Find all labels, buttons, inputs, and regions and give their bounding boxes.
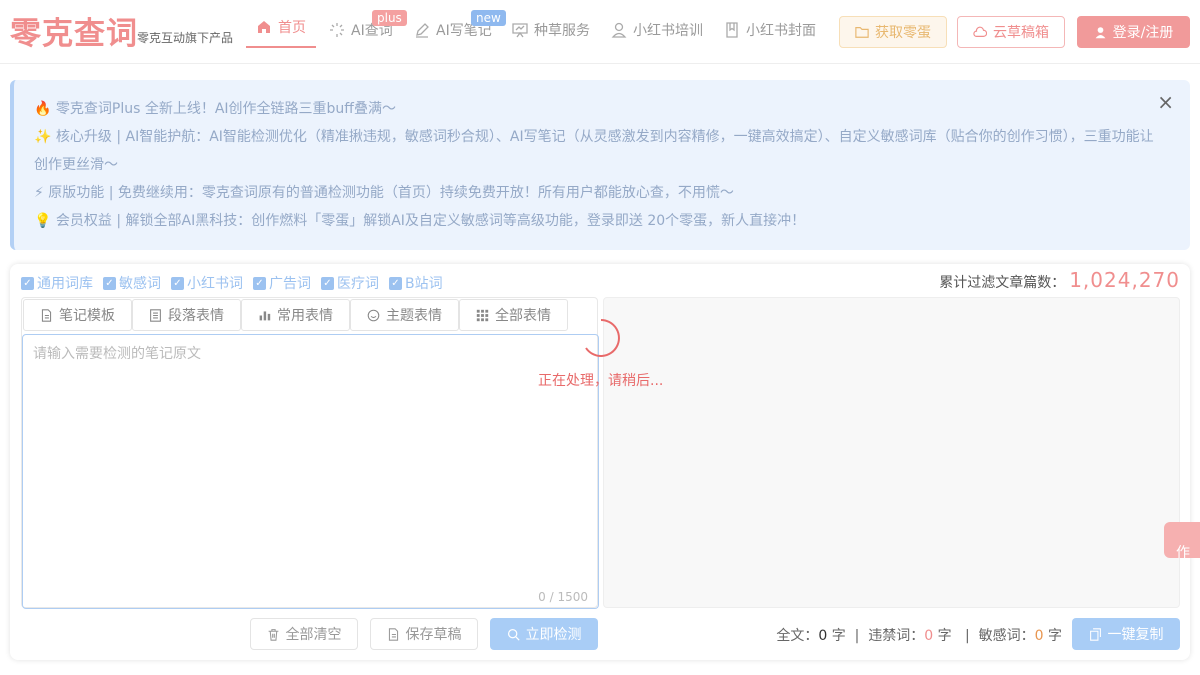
- dictionary-filters: ✓ 通用词库 ✓ 敏感词 ✓ 小红书词 ✓ 广告词 ✓ 医疗词 ✓ B站词: [21, 273, 443, 293]
- sparkle-icon: [330, 23, 344, 37]
- announcement-line: 创作更丝滑～: [34, 157, 118, 173]
- list-icon: [150, 308, 161, 322]
- tab-all-emoji[interactable]: 全部表情: [459, 299, 568, 331]
- announcement-line: ✨ 核心升级 | AI智能护航：AI智能检测优化（精准揪违规，敏感词秒合规）、A…: [34, 129, 1154, 145]
- nav-label: 种草服务: [534, 23, 590, 39]
- logo-subtitle: 零克互动旗下产品: [137, 31, 234, 45]
- checkbox-checked-icon: ✓: [103, 276, 116, 290]
- presentation-icon: [512, 23, 528, 38]
- checkbox-checked-icon: ✓: [389, 276, 402, 290]
- tab-theme-emoji[interactable]: 主题表情: [350, 299, 459, 331]
- site-logo[interactable]: 零克查词: [10, 8, 138, 53]
- nav-label: 首页: [278, 20, 306, 36]
- char-counter: 0 / 1500: [538, 590, 588, 604]
- nav-label: 小红书封面: [746, 23, 816, 39]
- login-label: 登录/注册: [1112, 25, 1174, 41]
- detect-now-button[interactable]: 立即检测: [490, 618, 598, 650]
- total-filtered: 累计过滤文章篇数： 1,024,270: [939, 268, 1180, 292]
- word-stats: 全文：0 字 | 违禁词：0 字 | 敏感词：0 字: [776, 628, 1062, 644]
- nav-cover[interactable]: 小红书封面: [724, 14, 816, 46]
- clear-all-button[interactable]: 全部清空: [250, 618, 358, 650]
- checkbox-checked-icon: ✓: [321, 276, 334, 290]
- close-icon[interactable]: ×: [1157, 90, 1174, 114]
- loading-spinner-icon: [585, 319, 620, 357]
- tab-paragraph-emoji[interactable]: 段落表情: [132, 299, 241, 331]
- filter-ads[interactable]: ✓ 广告词: [253, 273, 311, 293]
- note-textarea[interactable]: 请输入需要检测的笔记原文 0 / 1500: [22, 334, 599, 609]
- cloud-drafts-label: 云草稿箱: [993, 25, 1049, 41]
- checkbox-checked-icon: ✓: [253, 276, 266, 290]
- search-icon: [507, 628, 520, 641]
- document-icon: [41, 308, 52, 322]
- bar-chart-icon: [259, 310, 271, 320]
- user-icon: [1095, 26, 1106, 38]
- nav-training[interactable]: 小红书培训: [611, 14, 703, 46]
- filter-bilibili[interactable]: ✓ B站词: [389, 273, 443, 293]
- editor-area: 笔记模板 段落表情 常用表情 主题表情 全部表情 请输入需要检测的笔记原文 0 …: [21, 297, 599, 609]
- plus-badge: plus: [372, 10, 407, 26]
- save-draft-button[interactable]: 保存草稿: [370, 618, 478, 650]
- face-icon: [367, 309, 380, 321]
- user-icon: [611, 22, 627, 38]
- filter-medical[interactable]: ✓ 医疗词: [321, 273, 379, 293]
- login-button[interactable]: 登录/注册: [1077, 16, 1190, 48]
- get-eggs-label: 获取零蛋: [875, 25, 931, 41]
- textarea-placeholder: 请输入需要检测的笔记原文: [33, 346, 201, 362]
- trash-icon: [268, 628, 278, 641]
- loading-text: 正在处理，请稍后...: [538, 373, 664, 389]
- top-navigation-bar: 零克查词 零克互动旗下产品 首页 AI查词 plus AI写笔记 new 种草服…: [0, 0, 1200, 64]
- document-icon: [388, 627, 398, 641]
- get-eggs-button[interactable]: 获取零蛋: [839, 16, 947, 48]
- grid-icon: [476, 309, 489, 321]
- new-badge: new: [471, 10, 506, 26]
- filter-xiaohongshu[interactable]: ✓ 小红书词: [171, 273, 243, 293]
- tab-note-template[interactable]: 笔记模板: [23, 299, 132, 331]
- filter-sensitive[interactable]: ✓ 敏感词: [103, 273, 161, 293]
- nav-seeding-service[interactable]: 种草服务: [512, 14, 590, 46]
- book-icon: [726, 22, 738, 38]
- checkbox-checked-icon: ✓: [171, 276, 184, 290]
- announcement-line: 💡 会员权益 | 解锁全部AI黑科技：创作燃料「零蛋」解锁AI及自定义敏感词等高…: [34, 213, 806, 229]
- filter-general[interactable]: ✓ 通用词库: [21, 273, 93, 293]
- total-label: 累计过滤文章篇数：: [939, 275, 1066, 291]
- sensitive-count: 0: [1034, 628, 1044, 644]
- tab-common-emoji[interactable]: 常用表情: [241, 299, 350, 331]
- cloud-drafts-button[interactable]: 云草稿箱: [957, 16, 1065, 48]
- home-icon: [258, 21, 270, 33]
- announcement-line: ⚡ 原版功能 | 免费继续用：零克查词原有的普通检测功能（首页）持续免费开放！所…: [34, 185, 734, 201]
- detection-panel: ✓ 通用词库 ✓ 敏感词 ✓ 小红书词 ✓ 广告词 ✓ 医疗词 ✓ B站词 累计过滤文章篇数…: [10, 264, 1190, 660]
- announcement-line: 🔥 零克查词Plus 全新上线！AI创作全链路三重buff叠满～: [34, 101, 396, 117]
- result-area: [603, 297, 1180, 608]
- nav-label: 小红书培训: [633, 23, 703, 39]
- folder-icon: [855, 27, 869, 38]
- pen-icon: [416, 23, 429, 38]
- nav-home[interactable]: 首页: [246, 12, 316, 48]
- copy-icon: [1089, 627, 1101, 641]
- emoji-tabs: 笔记模板 段落表情 常用表情 主题表情 全部表情: [23, 299, 568, 331]
- cloud-icon: [973, 26, 987, 37]
- announcement-banner: 🔥 零克查词Plus 全新上线！AI创作全链路三重buff叠满～ ✨ 核心升级 …: [10, 80, 1190, 250]
- full-count: 0: [818, 628, 828, 644]
- banned-count: 0: [924, 628, 934, 644]
- total-count: 1,024,270: [1069, 268, 1180, 292]
- checkbox-checked-icon: ✓: [21, 276, 34, 290]
- side-float-tab[interactable]: 作: [1164, 522, 1200, 558]
- copy-all-button[interactable]: 一键复制: [1072, 618, 1180, 650]
